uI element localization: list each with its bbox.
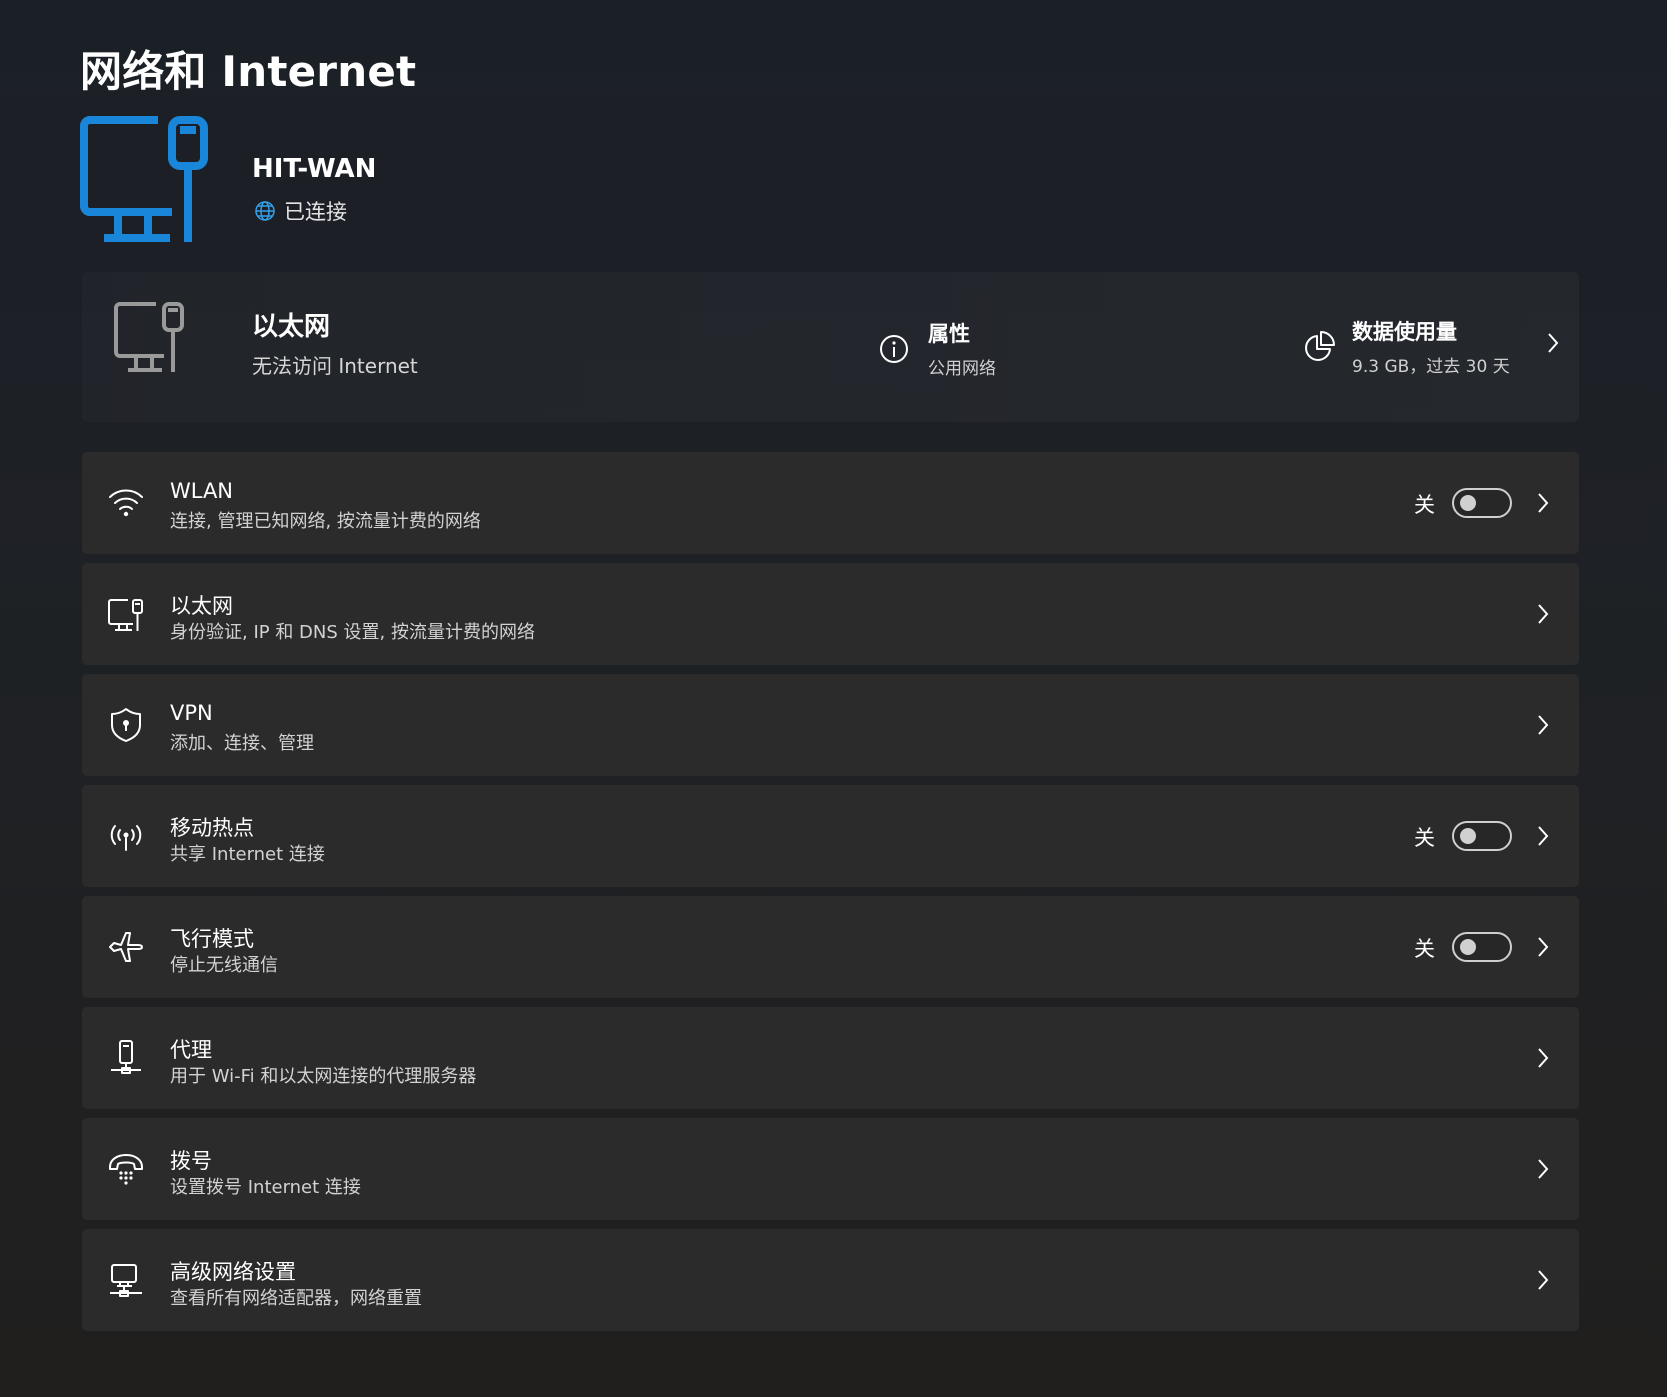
settings-row-airplane[interactable]: 飞行模式 停止无线通信 关 xyxy=(82,896,1579,998)
pie-chart-icon xyxy=(1305,330,1335,361)
row-subtitle: 添加、连接、管理 xyxy=(170,733,314,754)
chevron-right-icon xyxy=(1538,604,1549,624)
row-subtitle: 用于 Wi-Fi 和以太网连接的代理服务器 xyxy=(170,1066,477,1087)
chevron-right-icon xyxy=(1538,715,1549,735)
ethernet-pc-large-icon xyxy=(80,116,208,242)
hotspot-icon xyxy=(110,825,142,851)
properties-title: 属性 xyxy=(928,322,970,346)
globe-icon xyxy=(255,201,275,221)
data-usage-title: 数据使用量 xyxy=(1352,320,1457,344)
settings-row-dialup[interactable]: 拨号 设置拨号 Internet 连接 xyxy=(82,1118,1579,1220)
info-icon xyxy=(880,334,908,363)
chevron-right-icon xyxy=(1538,493,1549,513)
row-title: 移动热点 xyxy=(170,816,254,840)
properties-link[interactable]: 属性 公用网络 xyxy=(878,318,996,379)
row-subtitle: 设置拨号 Internet 连接 xyxy=(170,1177,361,1198)
row-title: 以太网 xyxy=(170,594,233,618)
toggle-state-label: 关 xyxy=(1414,937,1435,961)
settings-row-advanced[interactable]: 高级网络设置 查看所有网络适配器，网络重置 xyxy=(82,1229,1579,1331)
proxy-icon xyxy=(111,1040,141,1074)
connection-status: 已连接 xyxy=(254,196,347,226)
network-name: HIT-WAN xyxy=(252,154,377,184)
chevron-right-icon[interactable] xyxy=(1546,332,1560,354)
row-subtitle: 共享 Internet 连接 xyxy=(170,844,325,865)
chevron-right-icon xyxy=(1538,1270,1549,1290)
row-title: 飞行模式 xyxy=(170,927,254,951)
settings-list: WLAN 连接, 管理已知网络, 按流量计费的网络 关 以太网 身份验证, IP… xyxy=(82,452,1579,1340)
row-subtitle: 身份验证, IP 和 DNS 设置, 按流量计费的网络 xyxy=(170,622,535,643)
toggle-knob xyxy=(1460,939,1476,955)
chevron-right-icon xyxy=(1538,937,1549,957)
toggle-knob xyxy=(1460,495,1476,511)
settings-row-hotspot[interactable]: 移动热点 共享 Internet 连接 关 xyxy=(82,785,1579,887)
settings-row-ethernet[interactable]: 以太网 身份验证, IP 和 DNS 设置, 按流量计费的网络 xyxy=(82,563,1579,665)
toggle-knob xyxy=(1460,828,1476,844)
chevron-right-icon xyxy=(1538,1159,1549,1179)
airplane-icon xyxy=(109,932,143,962)
chevron-right-icon xyxy=(1538,826,1549,846)
row-subtitle: 查看所有网络适配器，网络重置 xyxy=(170,1288,422,1309)
connection-hero: HIT-WAN 已连接 xyxy=(80,116,1580,258)
ethernet-icon xyxy=(108,599,143,631)
row-subtitle: 停止无线通信 xyxy=(170,955,278,976)
wlan-toggle[interactable] xyxy=(1452,488,1512,518)
status-text: 已连接 xyxy=(284,200,347,224)
ethernet-title: 以太网 xyxy=(252,312,331,342)
airplane-toggle[interactable] xyxy=(1452,932,1512,962)
row-title: 代理 xyxy=(170,1038,212,1062)
settings-row-vpn[interactable]: VPN 添加、连接、管理 xyxy=(82,674,1579,776)
row-title: 拨号 xyxy=(170,1149,212,1173)
page-title: 网络和 Internet xyxy=(80,47,417,96)
row-title: 高级网络设置 xyxy=(170,1260,296,1284)
hotspot-toggle[interactable] xyxy=(1452,821,1512,851)
dialup-icon xyxy=(109,1154,143,1185)
data-usage-value: 9.3 GB，过去 30 天 xyxy=(1352,357,1510,377)
row-subtitle: 连接, 管理已知网络, 按流量计费的网络 xyxy=(170,511,481,532)
row-title: WLAN xyxy=(170,479,234,503)
settings-row-proxy[interactable]: 代理 用于 Wi-Fi 和以太网连接的代理服务器 xyxy=(82,1007,1579,1109)
data-usage-link[interactable]: 数据使用量 9.3 GB，过去 30 天 xyxy=(1302,316,1510,377)
toggle-state-label: 关 xyxy=(1414,493,1435,517)
toggle-state-label: 关 xyxy=(1414,826,1435,850)
ethernet-pc-icon xyxy=(114,302,184,372)
row-title: VPN xyxy=(170,701,213,725)
properties-value: 公用网络 xyxy=(928,359,996,379)
ethernet-summary-card: 以太网 无法访问 Internet 属性 公用网络 数据使用量 9.3 GB，过… xyxy=(82,272,1579,422)
shield-icon xyxy=(111,708,141,742)
settings-row-wlan[interactable]: WLAN 连接, 管理已知网络, 按流量计费的网络 关 xyxy=(82,452,1579,554)
chevron-right-icon xyxy=(1538,1048,1549,1068)
ethernet-subtitle: 无法访问 Internet xyxy=(252,354,418,378)
network-adapter-icon xyxy=(110,1264,142,1297)
wifi-icon xyxy=(109,489,143,517)
